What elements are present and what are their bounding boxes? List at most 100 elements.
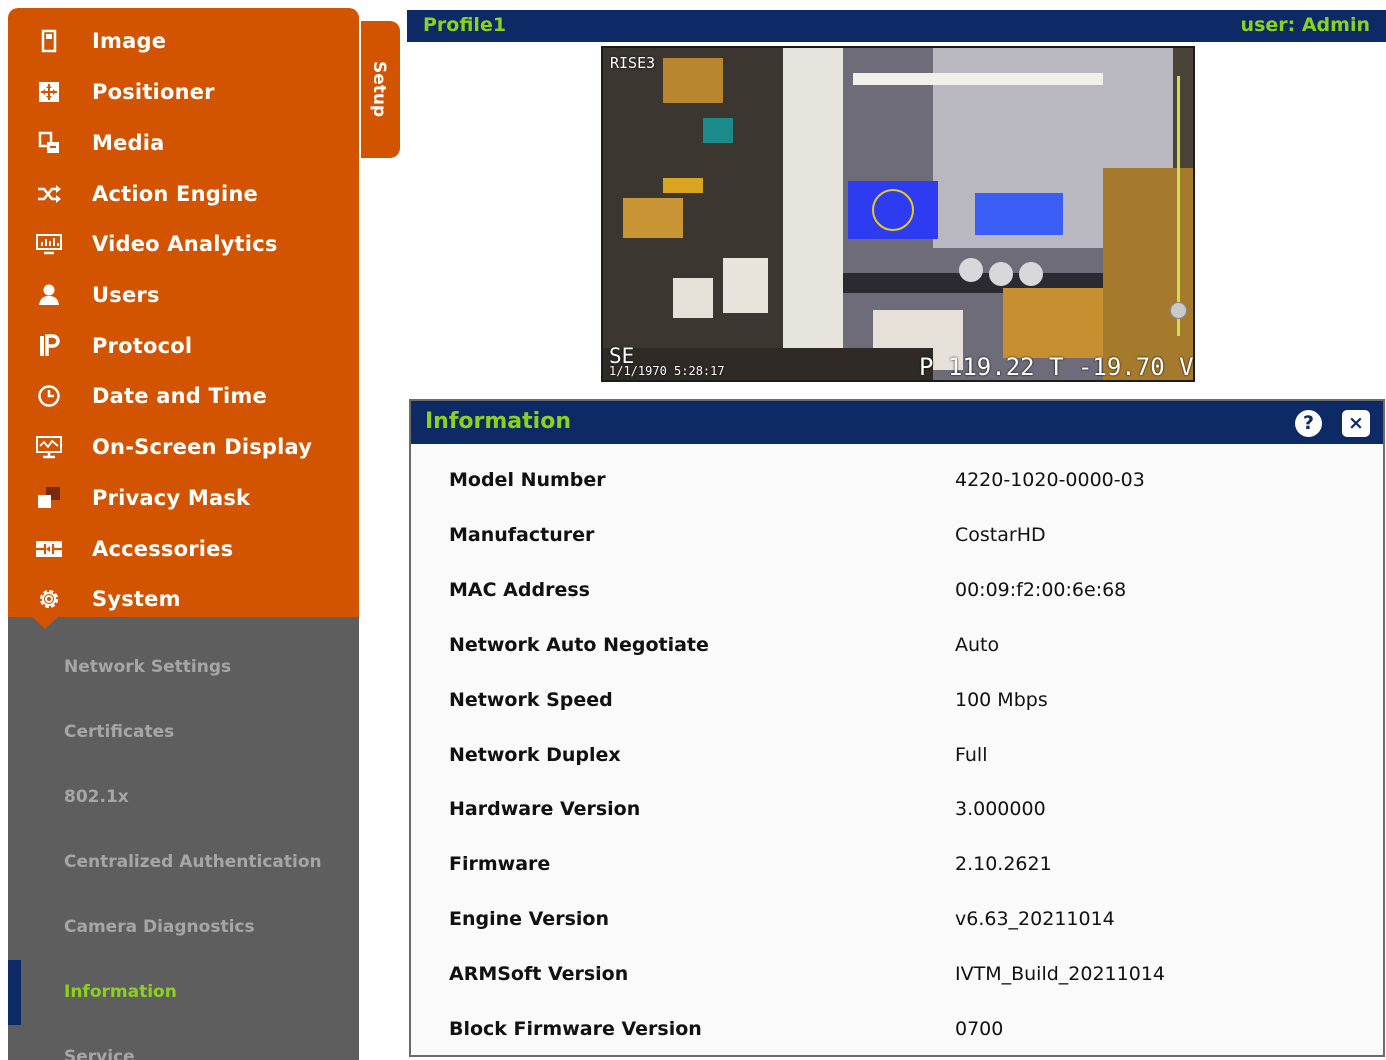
menu-item-label: Image <box>92 29 167 53</box>
help-button[interactable]: ? <box>1295 410 1322 437</box>
info-value: Auto <box>955 634 1000 656</box>
mask-icon <box>35 486 63 510</box>
menu-item-label: System <box>92 587 181 611</box>
menu-item-image[interactable]: Image <box>8 16 359 66</box>
setup-menu: Image Positioner Media Action Engine Vid… <box>8 8 359 617</box>
info-label: MAC Address <box>449 579 590 601</box>
menu-item-label: Users <box>92 283 160 307</box>
gear-icon <box>35 587 63 611</box>
info-value: 00:09:f2:00:6e:68 <box>955 579 1127 601</box>
info-label: Block Firmware Version <box>449 1018 702 1040</box>
top-bar: Profile1 user: Admin <box>407 10 1386 42</box>
submenu-item-label: Certificates <box>64 722 175 742</box>
info-label: Firmware <box>449 853 551 875</box>
information-panel-header: Information ? × <box>411 401 1383 444</box>
setup-tab[interactable]: Setup <box>361 21 400 158</box>
submenu-item-camera-diagnostics[interactable]: Camera Diagnostics <box>8 895 359 960</box>
ip-icon <box>35 334 63 358</box>
menu-item-video-analytics[interactable]: Video Analytics <box>8 219 359 269</box>
submenu-item-8021x[interactable]: 802.1x <box>8 765 359 830</box>
zoom-slider-track[interactable] <box>1177 76 1180 336</box>
user-label: user: Admin <box>1240 14 1370 36</box>
info-row-firmware: Firmware 2.10.2621 <box>411 841 1383 896</box>
information-panel: Information ? × Model Number 4220-1020-0… <box>409 399 1385 1057</box>
info-label: Model Number <box>449 469 606 491</box>
info-row-mac-address: MAC Address 00:09:f2:00:6e:68 <box>411 567 1383 622</box>
info-value: IVTM_Build_20211014 <box>955 963 1166 985</box>
shuffle-icon <box>35 182 63 206</box>
info-row-hardware-version: Hardware Version 3.000000 <box>411 786 1383 841</box>
setup-tab-label: Setup <box>369 61 389 118</box>
menu-item-label: Privacy Mask <box>92 486 251 510</box>
menu-item-label: Positioner <box>92 80 215 104</box>
menu-item-label: Date and Time <box>92 384 267 408</box>
submenu-item-network-settings[interactable]: Network Settings <box>8 635 359 700</box>
close-button[interactable]: × <box>1342 410 1370 437</box>
osd-camera-label: RISE3 <box>610 54 656 72</box>
info-row-block-firmware-version: Block Firmware Version 0700 <box>411 1006 1383 1060</box>
menu-item-protocol[interactable]: Protocol <box>8 321 359 371</box>
menu-item-date-and-time[interactable]: Date and Time <box>8 371 359 421</box>
submenu-item-label: Camera Diagnostics <box>64 917 255 937</box>
live-video-view[interactable]: RISE3 SE 1/1/1970 5:28:17 P 119.22 T -19… <box>601 46 1195 382</box>
submenu-item-label: Network Settings <box>64 657 232 677</box>
submenu-item-label: Information <box>64 982 177 1002</box>
active-menu-pointer <box>32 617 58 629</box>
info-value: Full <box>955 744 988 766</box>
clock-icon <box>35 384 63 408</box>
active-indicator <box>8 960 21 1025</box>
menu-item-label: Protocol <box>92 334 193 358</box>
menu-item-label: Accessories <box>92 537 234 561</box>
info-label: Engine Version <box>449 908 609 930</box>
menu-item-label: Video Analytics <box>92 232 278 256</box>
info-value: v6.63_20211014 <box>955 908 1115 930</box>
accessories-icon <box>35 537 63 561</box>
submenu-item-service[interactable]: Service <box>8 1025 359 1060</box>
menu-item-label: Media <box>92 131 165 155</box>
user-icon <box>35 283 63 307</box>
info-label: Manufacturer <box>449 524 595 546</box>
menu-item-on-screen-display[interactable]: On-Screen Display <box>8 422 359 472</box>
menu-item-action-engine[interactable]: Action Engine <box>8 169 359 219</box>
menu-item-label: Action Engine <box>92 182 258 206</box>
info-label: Network Speed <box>449 689 613 711</box>
submenu-item-centralized-authentication[interactable]: Centralized Authentication <box>8 830 359 895</box>
submenu-item-label: Centralized Authentication <box>64 852 322 872</box>
info-label: Network Auto Negotiate <box>449 634 709 656</box>
info-value: 2.10.2621 <box>955 853 1052 875</box>
info-row-engine-version: Engine Version v6.63_20211014 <box>411 896 1383 951</box>
info-value: CostarHD <box>955 524 1046 546</box>
menu-item-accessories[interactable]: Accessories <box>8 524 359 574</box>
menu-item-media[interactable]: Media <box>8 118 359 168</box>
osd-date: 1/1/1970 5:28:17 <box>609 364 725 378</box>
submenu-item-label: Service <box>64 1047 135 1060</box>
info-label: Network Duplex <box>449 744 621 766</box>
panel-title: Information <box>425 409 571 434</box>
info-row-model-number: Model Number 4220-1020-0000-03 <box>411 457 1383 512</box>
info-row-armsoft-version: ARMSoft Version IVTM_Build_20211014 <box>411 951 1383 1006</box>
menu-item-label: On-Screen Display <box>92 435 313 459</box>
info-value: 3.000000 <box>955 798 1046 820</box>
system-submenu: Network Settings Certificates 802.1x Cen… <box>8 617 359 1060</box>
info-value: 100 Mbps <box>955 689 1048 711</box>
profile-name[interactable]: Profile1 <box>423 14 506 36</box>
positioner-icon <box>35 80 63 104</box>
submenu-item-certificates[interactable]: Certificates <box>8 700 359 765</box>
osd-ptz-position: P 119.22 T -19.70 V1 <box>919 353 1195 381</box>
submenu-item-label: 802.1x <box>64 787 129 807</box>
video-frame-image <box>603 48 1193 380</box>
menu-item-users[interactable]: Users <box>8 270 359 320</box>
submenu-item-information[interactable]: Information <box>8 960 359 1025</box>
info-row-network-auto-negotiate: Network Auto Negotiate Auto <box>411 622 1383 677</box>
info-row-network-speed: Network Speed 100 Mbps <box>411 677 1383 732</box>
menu-item-positioner[interactable]: Positioner <box>8 67 359 117</box>
info-row-network-duplex: Network Duplex Full <box>411 732 1383 787</box>
info-value: 4220-1020-0000-03 <box>955 469 1145 491</box>
info-label: ARMSoft Version <box>449 963 629 985</box>
info-value: 0700 <box>955 1018 1004 1040</box>
analytics-icon <box>35 232 63 256</box>
media-icon <box>35 131 63 155</box>
sidebar: Image Positioner Media Action Engine Vid… <box>8 8 359 1060</box>
menu-item-privacy-mask[interactable]: Privacy Mask <box>8 473 359 523</box>
zoom-slider-handle[interactable] <box>1170 302 1187 319</box>
